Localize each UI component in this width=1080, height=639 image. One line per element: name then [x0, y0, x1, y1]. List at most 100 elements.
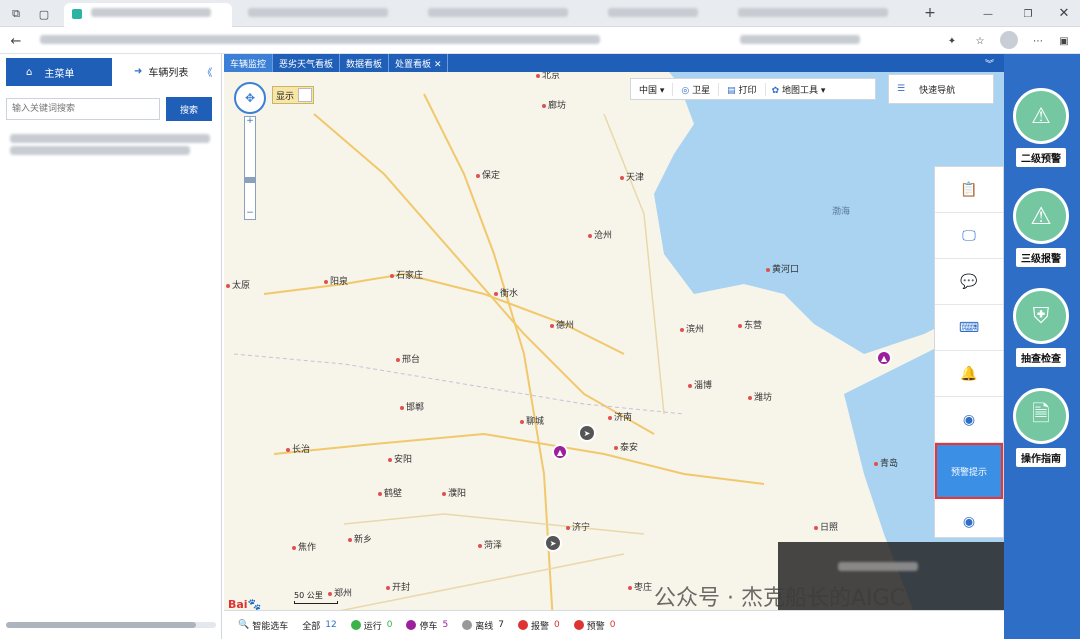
- vehicle-list-tab[interactable]: ➜ 车辆列表 《: [134, 64, 212, 79]
- map-city-label: 长治: [286, 442, 310, 455]
- minimize-icon[interactable]: —: [980, 6, 996, 22]
- zoom-out-button[interactable]: −: [245, 209, 255, 219]
- map-city-label: 淄博: [688, 378, 712, 391]
- map-city-label: 廊坊: [542, 98, 566, 111]
- zoom-slider[interactable]: + −: [244, 116, 256, 220]
- vehicle-parked-marker[interactable]: ➤: [544, 534, 562, 552]
- status-offline[interactable]: 离线 7: [462, 619, 504, 632]
- search-button[interactable]: 搜索: [166, 97, 212, 121]
- horizontal-scrollbar[interactable]: [6, 622, 216, 628]
- back-icon[interactable]: ←: [8, 33, 24, 49]
- main-menu-button[interactable]: ⌂ 主菜单: [6, 58, 112, 86]
- workspaces-icon[interactable]: ⧉: [8, 6, 24, 22]
- tab-weather-board[interactable]: 恶劣天气看板: [273, 54, 341, 72]
- vehicle-parked-marker[interactable]: ➤: [578, 424, 596, 442]
- region-select[interactable]: 中国 ▾: [631, 82, 674, 96]
- sea-label: 渤海: [832, 207, 851, 217]
- map-city-label: 菏泽: [478, 538, 502, 551]
- search-icon: 🔍: [238, 620, 250, 630]
- favorites-icon[interactable]: ☆: [972, 33, 988, 49]
- restore-icon[interactable]: ❐: [1020, 6, 1036, 22]
- collapse-icon[interactable]: 《: [202, 64, 212, 79]
- bell-icon[interactable]: 🔔: [935, 351, 1003, 397]
- sidebar-toggle-icon[interactable]: ▣: [1056, 33, 1072, 49]
- guide-button[interactable]: 🗎 操作指南: [1010, 388, 1072, 467]
- chat-icon[interactable]: 💬: [935, 259, 1003, 305]
- extensions-icon[interactable]: ✦: [944, 33, 960, 49]
- home-icon: ⌂: [26, 66, 33, 78]
- browser-tab[interactable]: [240, 3, 410, 27]
- map-toolbar: 中国 ▾ ◎ 卫星 ▤ 打印 ✿ 地图工具 ▾: [630, 78, 876, 100]
- app-root: ⌂ 主菜单 ➜ 车辆列表 《 搜索 廊坊 天津: [0, 54, 1080, 639]
- tab-data-board[interactable]: 数据看板: [340, 54, 390, 72]
- map-canvas[interactable]: 廊坊 天津 保定 沧州 石家庄 太原 阳泉 衡水 德州 邢台 滨州 东营 邯郸 …: [224, 54, 1004, 639]
- map-city-label: 石家庄: [390, 268, 423, 281]
- map-city-label: 阳泉: [324, 274, 348, 287]
- browser-tab[interactable]: [730, 3, 910, 27]
- close-icon[interactable]: ✕: [1056, 5, 1072, 21]
- map-tools-button[interactable]: ✿ 地图工具 ▾: [766, 83, 832, 96]
- map-city-label: 新乡: [348, 532, 372, 545]
- expand-tabs-icon[interactable]: ︾: [975, 54, 1004, 72]
- zoom-in-button[interactable]: +: [245, 117, 255, 127]
- warning-tip-button[interactable]: 预警提示: [935, 443, 1003, 499]
- map-city-label: 沧州: [588, 228, 612, 241]
- target-icon[interactable]: ◉: [935, 499, 1003, 545]
- zoom-handle[interactable]: [244, 177, 256, 183]
- level3-alarm-button[interactable]: ⚠ 三级报警: [1010, 188, 1072, 267]
- map-city-label: 日照: [814, 520, 838, 533]
- map-city-label: 济宁: [566, 520, 590, 533]
- target-icon[interactable]: ◉: [935, 397, 1003, 443]
- browser-tab[interactable]: [600, 3, 720, 27]
- tab-disposal-board[interactable]: 处置看板 ✕: [389, 54, 449, 72]
- level3-alarm-label: 三级报警: [1016, 248, 1066, 267]
- map-city-label: 天津: [620, 170, 644, 183]
- content-tabs: 车辆监控 恶劣天气看板 数据看板 处置看板 ✕ ︾: [224, 54, 1004, 72]
- level2-warning-label: 二级预警: [1016, 148, 1066, 167]
- status-warning[interactable]: 预警 0: [573, 619, 615, 632]
- map-city-label: 潍坊: [748, 390, 772, 403]
- tab-vehicle-monitor[interactable]: 车辆监控: [224, 54, 274, 72]
- right-action-panel: ⚠ 二级预警 ⚠ 三级报警 ⛨ 抽查检查 🗎 操作指南: [1004, 54, 1080, 639]
- map-city-label: 邯郸: [400, 400, 424, 413]
- map-city-label: 太原: [226, 278, 250, 291]
- browser-tab[interactable]: [420, 3, 590, 27]
- status-running[interactable]: 运行 0: [350, 619, 392, 632]
- clipboard-icon[interactable]: 📋: [935, 167, 1003, 213]
- keyboard-icon[interactable]: ⌨: [935, 305, 1003, 351]
- smart-select-button[interactable]: 🔍 智能选车: [238, 619, 288, 632]
- map-scale: 50 公里: [294, 590, 338, 604]
- spot-check-button[interactable]: ⛨ 抽查检查: [1010, 288, 1072, 367]
- browser-tab-active[interactable]: [64, 3, 232, 27]
- toggle-knob: [298, 88, 312, 102]
- map-city-label: 安阳: [388, 452, 412, 465]
- display-toggle[interactable]: 显示: [272, 86, 314, 104]
- vehicle-tree[interactable]: [10, 134, 210, 146]
- map-city-label: 焦作: [292, 540, 316, 553]
- new-tab-button[interactable]: +: [922, 5, 938, 21]
- gear-icon: ✿: [771, 85, 780, 96]
- vehicle-alarm-marker[interactable]: ▲: [552, 444, 568, 460]
- status-alarm[interactable]: 报警 0: [517, 619, 560, 632]
- more-icon[interactable]: ⋯: [1030, 33, 1046, 49]
- vehicle-alarm-marker[interactable]: ▲: [876, 350, 892, 366]
- map-city-label: 黄河口: [766, 262, 799, 275]
- address-field[interactable]: [40, 35, 600, 47]
- spot-check-label: 抽查检查: [1016, 348, 1066, 367]
- status-parked[interactable]: 停车 5: [406, 619, 448, 632]
- pan-control[interactable]: ✥: [234, 82, 266, 114]
- vehicle-list-icon: ➜: [134, 66, 143, 77]
- profile-avatar[interactable]: [1000, 31, 1018, 49]
- monitor-icon[interactable]: 🖵: [935, 213, 1003, 259]
- print-button[interactable]: ▤ 打印: [719, 82, 766, 96]
- watermark-text: 公众号 · 杰克船长的AIGC: [654, 586, 905, 611]
- siren-icon: ⚠: [1013, 88, 1069, 144]
- satellite-button[interactable]: ◎ 卫星: [673, 82, 720, 96]
- level2-warning-button[interactable]: ⚠ 二级预警: [1010, 88, 1072, 167]
- quick-nav-button[interactable]: ☰ 快速导航: [888, 74, 994, 104]
- status-all[interactable]: 全部 12: [302, 619, 336, 632]
- tab-actions-icon[interactable]: ▢: [36, 6, 52, 22]
- map-city-label: 泰安: [614, 440, 638, 453]
- vehicle-search-input[interactable]: [6, 98, 160, 120]
- close-tab-icon: ✕: [433, 60, 442, 70]
